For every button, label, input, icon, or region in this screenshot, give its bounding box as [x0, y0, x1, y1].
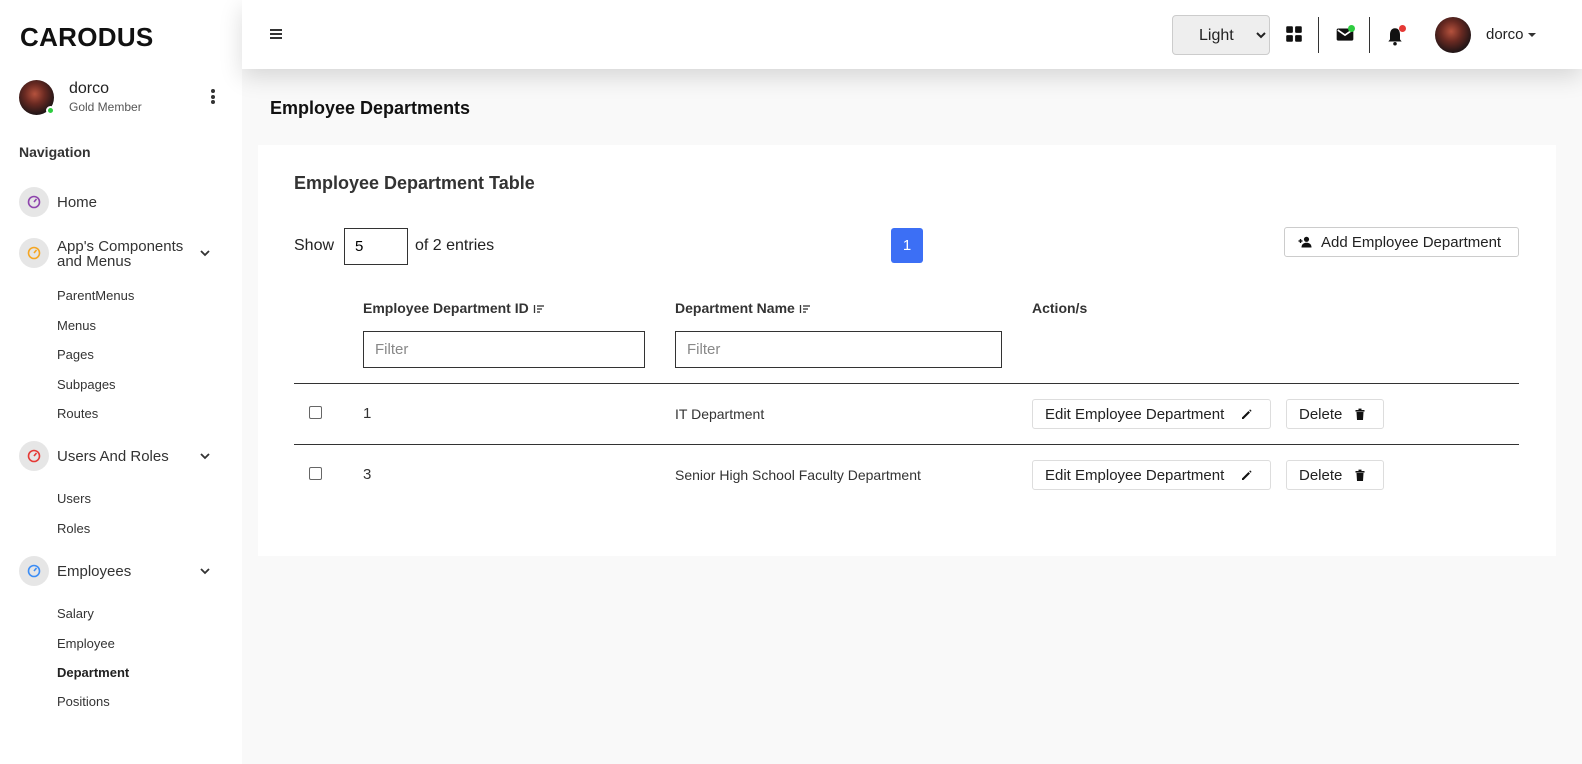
delete-button-label: Delete [1299, 467, 1343, 484]
row-checkbox[interactable] [309, 467, 322, 480]
id-filter-input[interactable] [363, 331, 645, 368]
column-header-label: Department Name [675, 300, 795, 316]
dashboard-icon [19, 441, 49, 471]
row-id: 1 [363, 405, 372, 422]
sidebar-item-label: Users And Roles [57, 448, 169, 465]
chevron-down-icon [200, 453, 210, 460]
chevron-down-icon [200, 568, 210, 575]
row-id: 3 [363, 466, 372, 483]
row-name: IT Department [675, 406, 765, 422]
grid-icon[interactable] [1284, 24, 1304, 44]
sidebar-subitem-department[interactable]: Department [57, 665, 129, 680]
sidebar-item-app-components[interactable]: App's Components and Menus [19, 238, 219, 278]
sidebar-subitem-roles[interactable]: Roles [57, 521, 90, 536]
trash-icon [1355, 469, 1365, 481]
column-header-id[interactable]: Employee Department ID [363, 300, 545, 316]
add-button-label: Add Employee Department [1321, 234, 1502, 251]
edit-button-label: Edit Employee Department [1045, 406, 1225, 423]
pencil-icon [1242, 409, 1252, 419]
card-title: Employee Department Table [294, 173, 535, 193]
nav-heading: Navigation [19, 144, 91, 160]
add-user-icon [1298, 236, 1312, 248]
bell-badge [1399, 25, 1406, 32]
topbar-username[interactable]: dorco [1486, 26, 1524, 43]
column-header-actions: Action/s [1032, 300, 1088, 316]
delete-button[interactable]: Delete [1286, 399, 1384, 429]
sidebar-item-label: App's Components and Menus [57, 238, 184, 270]
sidebar-item-label: Employees [57, 563, 132, 580]
sidebar-subitem-employee[interactable]: Employee [57, 636, 115, 651]
sidebar-subitem-pages[interactable]: Pages [57, 347, 94, 362]
name-filter-input[interactable] [675, 331, 1002, 368]
sidebar-subitem-routes[interactable]: Routes [57, 406, 98, 421]
sidebar-subitem-parentmenus[interactable]: ParentMenus [57, 288, 134, 303]
dashboard-icon [19, 556, 49, 586]
sidebar-item-employees[interactable]: Employees [19, 556, 219, 590]
profile-role: Gold Member [69, 100, 142, 114]
table-divider [294, 444, 1519, 445]
sidebar-subitem-subpages[interactable]: Subpages [57, 377, 116, 392]
pencil-icon [1242, 470, 1252, 480]
row-name: Senior High School Faculty Department [675, 467, 921, 483]
sidebar-subitem-salary[interactable]: Salary [57, 606, 94, 621]
dashboard-icon [19, 187, 49, 217]
edit-button[interactable]: Edit Employee Department [1032, 460, 1271, 490]
pagination-page-button[interactable]: 1 [891, 228, 923, 263]
theme-select[interactable]: Light [1172, 15, 1270, 55]
sort-icon[interactable] [799, 304, 811, 314]
divider [1318, 17, 1319, 53]
add-employee-department-button[interactable]: Add Employee Department [1284, 227, 1519, 257]
sidebar-item-users-roles[interactable]: Users And Roles [19, 441, 219, 475]
sidebar-item-label: Home [57, 194, 98, 211]
sidebar: CARODUS dorco Gold Member Navigation Hom… [0, 0, 242, 764]
kebab-menu-icon[interactable] [209, 89, 217, 107]
edit-button[interactable]: Edit Employee Department [1032, 399, 1271, 429]
page-title: Employee Departments [270, 98, 471, 118]
caret-down-icon[interactable] [1528, 33, 1536, 37]
row-checkbox[interactable] [309, 406, 322, 419]
sort-icon[interactable] [533, 304, 545, 314]
sidebar-subitem-users[interactable]: Users [57, 491, 91, 506]
delete-button[interactable]: Delete [1286, 460, 1384, 490]
dashboard-icon [19, 238, 49, 268]
avatar[interactable] [1435, 17, 1471, 53]
online-status-dot [46, 106, 55, 115]
topbar: Light dorco [242, 0, 1582, 69]
menu-icon[interactable] [270, 29, 282, 39]
sidebar-subitem-menus[interactable]: Menus [57, 318, 96, 333]
show-label: Show [294, 237, 335, 254]
mail-badge [1348, 25, 1355, 32]
sidebar-item-home[interactable]: Home [19, 187, 219, 221]
edit-button-label: Edit Employee Department [1045, 467, 1225, 484]
column-header-name[interactable]: Department Name [675, 300, 811, 316]
table-divider [294, 383, 1519, 384]
sidebar-profile: dorco Gold Member [19, 80, 224, 116]
entries-label: of 2 entries [415, 237, 495, 254]
chevron-down-icon [200, 250, 210, 257]
divider [1369, 17, 1370, 53]
brand-logo[interactable]: CARODUS [20, 22, 154, 53]
department-table-card: Employee Department Table Show of 2 entr… [258, 145, 1556, 556]
trash-icon [1355, 408, 1365, 420]
column-header-label: Employee Department ID [363, 300, 529, 316]
profile-name: dorco [69, 80, 110, 97]
delete-button-label: Delete [1299, 406, 1343, 423]
page-size-input[interactable] [344, 228, 408, 265]
sidebar-subitem-positions[interactable]: Positions [57, 694, 110, 709]
avatar[interactable] [19, 80, 55, 115]
